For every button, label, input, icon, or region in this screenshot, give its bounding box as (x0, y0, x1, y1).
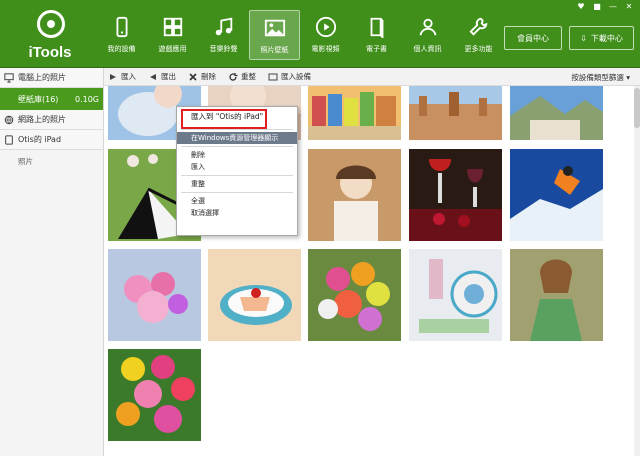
menu-separator (181, 175, 293, 176)
main-nav: 我的設備 遊戲應用 音樂鈴聲 照片壁紙 電影視頻 電子書 個人資訊 更多功能 (96, 10, 504, 66)
photo-thumbnail[interactable] (510, 249, 603, 341)
photo-thumbnail[interactable] (308, 249, 401, 341)
nav-more[interactable]: 更多功能 (453, 10, 504, 60)
menu-item-select-all[interactable]: 全選 (177, 195, 297, 207)
menu-item-refresh[interactable]: 重整 (177, 178, 297, 190)
menu-icon[interactable]: ■ (592, 2, 602, 12)
tablet-icon (5, 134, 13, 145)
nav-photos[interactable]: 照片壁紙 (249, 10, 300, 60)
photo-thumbnail[interactable] (208, 249, 301, 341)
import-device-button[interactable]: 匯入設備 (268, 71, 311, 82)
export-icon (150, 73, 156, 80)
nav-my-device[interactable]: 我的設備 (96, 10, 147, 60)
member-center-button[interactable]: 會員中心 (504, 26, 562, 50)
grid-scrollbar[interactable] (634, 86, 640, 456)
import-icon (110, 73, 116, 80)
toolbar: 匯入 匯出 刪除 重整 匯入設備 按設備類型篩選 ▾ (104, 68, 640, 86)
menu-separator (181, 129, 293, 130)
nav-ebooks[interactable]: 電子書 (351, 10, 402, 60)
minimize-icon[interactable]: — (608, 2, 618, 12)
menu-separator (181, 146, 293, 147)
photo-thumbnail[interactable] (510, 86, 603, 140)
refresh-button[interactable]: 重整 (228, 71, 256, 82)
phone-icon (110, 15, 134, 39)
sidebar-item-wallpaper-library[interactable]: 壁紙庫(16) 0.10G (0, 88, 103, 110)
device-import-icon (268, 73, 278, 80)
scrollbar-thumb[interactable] (634, 88, 640, 128)
refresh-icon (229, 72, 238, 81)
sidebar: 電腦上的照片 壁紙庫(16) 0.10G 網路上的照片 Otis的 iPad 照… (0, 68, 104, 456)
photo-thumbnail[interactable] (108, 249, 201, 341)
logo-icon (37, 10, 65, 38)
wrench-icon (467, 15, 491, 39)
close-icon[interactable]: ✕ (624, 2, 634, 12)
sidebar-item-device-photos[interactable]: 照片 (0, 150, 103, 172)
delete-button[interactable]: 刪除 (188, 71, 216, 82)
book-icon (365, 15, 389, 39)
skin-icon[interactable]: ♥ (576, 2, 586, 12)
photo-thumbnail[interactable] (108, 349, 201, 441)
photo-thumbnail[interactable] (409, 149, 502, 241)
window-controls: ♥ ■ — ✕ (576, 2, 634, 12)
menu-item-show-in-explorer[interactable]: 在Windows資源管理器顯示 (177, 132, 297, 144)
sidebar-device[interactable]: Otis的 iPad (0, 130, 103, 150)
highlight-callout-box (181, 109, 267, 129)
itools-logo: iTools (22, 8, 78, 64)
monitor-icon (4, 72, 14, 83)
menu-separator (181, 192, 293, 193)
photo-thumbnail[interactable] (510, 149, 603, 241)
menu-item-deselect[interactable]: 取消選擇 (177, 207, 297, 219)
nav-music[interactable]: 音樂鈴聲 (198, 10, 249, 60)
nav-personal-info[interactable]: 個人資訊 (402, 10, 453, 60)
top-header: iTools 我的設備 遊戲應用 音樂鈴聲 照片壁紙 電影視頻 電子書 個人資訊… (0, 0, 640, 68)
photo-thumbnail[interactable] (308, 149, 401, 241)
music-icon (212, 15, 236, 39)
nav-games-apps[interactable]: 遊戲應用 (147, 10, 198, 60)
globe-icon (4, 115, 14, 124)
logo-text: iTools (28, 44, 72, 61)
import-button[interactable]: 匯入 (108, 71, 136, 82)
menu-item-import[interactable]: 匯入 (177, 161, 297, 173)
play-icon (314, 15, 338, 39)
delete-icon (189, 72, 197, 81)
filter-by-device-dropdown[interactable]: 按設備類型篩選 ▾ (571, 72, 630, 83)
photo-thumbnail[interactable] (409, 86, 502, 140)
export-button[interactable]: 匯出 (148, 71, 176, 82)
download-center-button[interactable]: ⇩ 下載中心 (569, 26, 634, 50)
download-center-label: 下載中心 (590, 33, 623, 43)
sidebar-computer-photos[interactable]: 電腦上的照片 (0, 68, 103, 88)
person-icon (416, 15, 440, 39)
itools-window: iTools 我的設備 遊戲應用 音樂鈴聲 照片壁紙 電影視頻 電子書 個人資訊… (0, 0, 640, 456)
photo-thumbnail[interactable] (409, 249, 502, 341)
nav-videos[interactable]: 電影視頻 (300, 10, 351, 60)
context-menu: 匯入到 "Otis的 iPad" 在Windows資源管理器顯示 刪除 匯入 重… (176, 106, 298, 236)
menu-item-delete[interactable]: 刪除 (177, 149, 297, 161)
photo-icon (263, 16, 287, 40)
sidebar-web-photos[interactable]: 網路上的照片 (0, 110, 103, 130)
apps-icon (161, 15, 185, 39)
photo-thumbnail[interactable] (308, 86, 401, 140)
download-icon: ⇩ (580, 33, 587, 43)
